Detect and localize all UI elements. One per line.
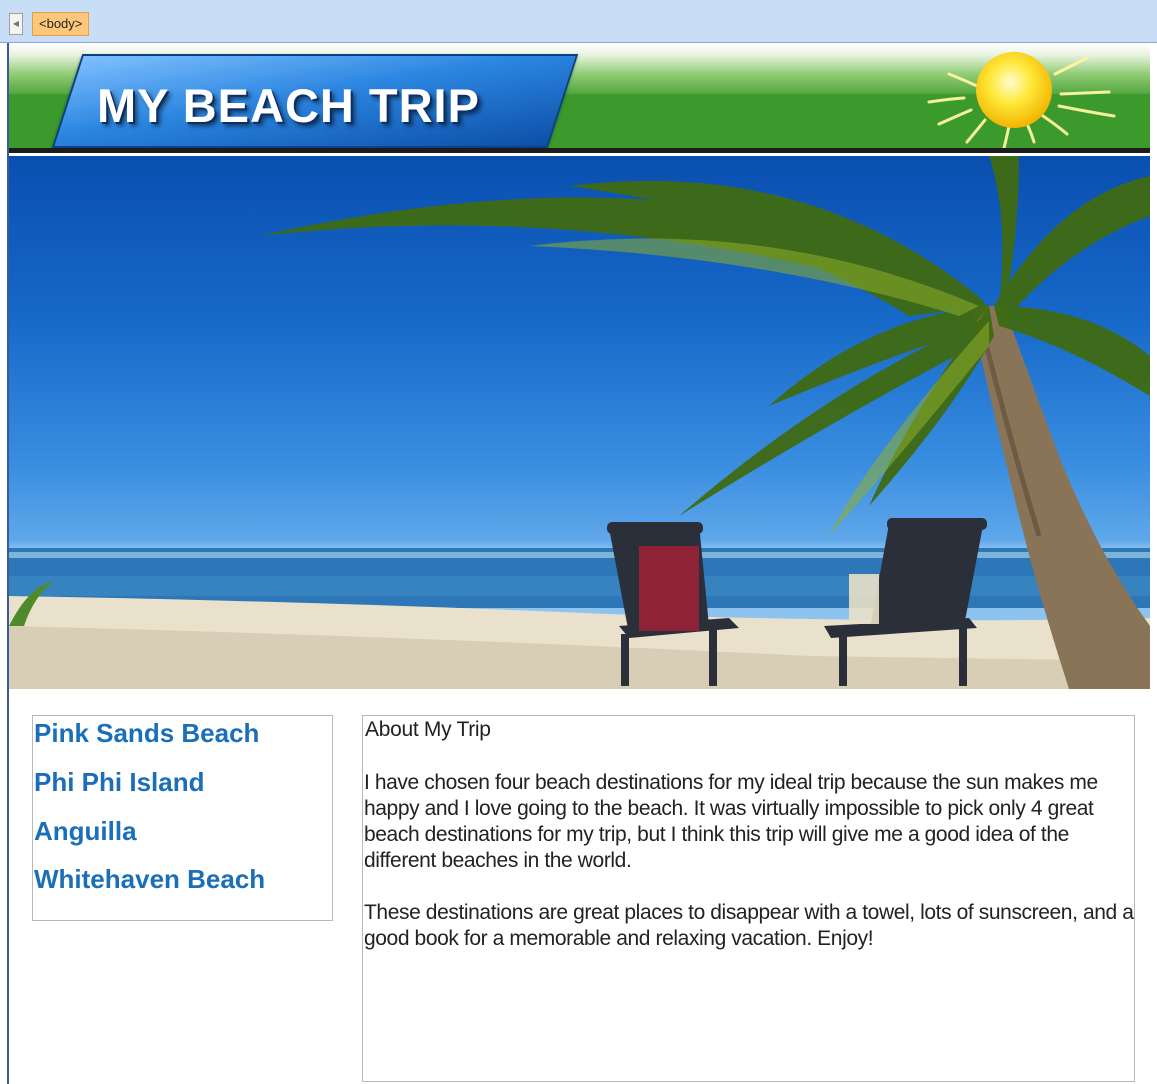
hero-beach-image	[9, 156, 1150, 689]
nav-link-pink-sands-beach[interactable]: Pink Sands Beach	[34, 718, 259, 749]
nav-link-anguilla[interactable]: Anguilla	[34, 816, 137, 847]
beach-photo-icon	[9, 156, 1150, 689]
about-title: About My Trip	[365, 718, 491, 741]
sun-icon	[927, 52, 1116, 150]
body-tag-button[interactable]: <body>	[32, 12, 90, 36]
tag-selector-bar: ◀ <body>	[0, 0, 1157, 43]
about-paragraph-1: I have chosen four beach destinations fo…	[364, 771, 1098, 872]
banner-bottom-rule	[9, 148, 1150, 153]
nav-link-whitehaven-beach[interactable]: Whitehaven Beach	[34, 864, 265, 895]
site-banner: MY BEACH TRIP	[9, 44, 1150, 153]
scroll-left-icon[interactable]: ◀	[9, 13, 23, 35]
site-logo: MY BEACH TRIP	[97, 79, 480, 132]
about-content: About My Trip I have chosen four beach d…	[362, 715, 1135, 1082]
destinations-nav: Pink Sands Beach Phi Phi Island Anguilla…	[32, 715, 333, 921]
about-paragraph-2: These destinations are great places to d…	[364, 901, 1134, 950]
nav-link-phi-phi-island[interactable]: Phi Phi Island	[34, 767, 204, 798]
